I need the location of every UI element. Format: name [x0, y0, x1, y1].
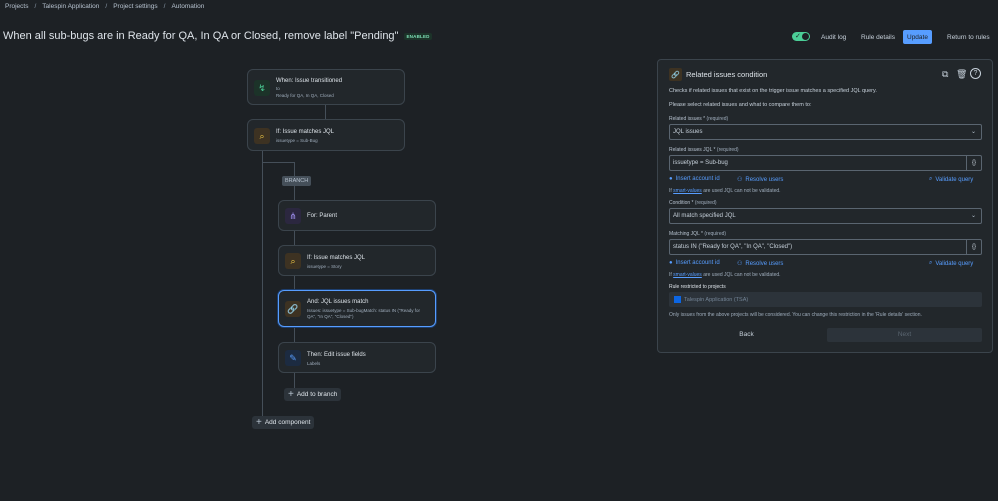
connector: [294, 373, 295, 388]
jql-issues-match-node[interactable]: 🔗 And: JQL issues match Issues: issuetyp…: [278, 290, 436, 327]
trigger-node[interactable]: ↯ When: Issue transitioned to Ready for …: [247, 69, 405, 105]
breadcrumb-project-settings[interactable]: Project settings: [113, 3, 157, 10]
related-jql-input[interactable]: issuetype = Sub-bug{}: [669, 155, 982, 171]
for-parent-node[interactable]: ⋔ For: Parent: [278, 200, 436, 231]
for-title: For: Parent: [307, 213, 338, 219]
insert-account-id-link[interactable]: ● Insert account id: [669, 260, 720, 266]
smart-values-note: If smart-values are used JQL can not be …: [669, 272, 781, 278]
condition-jql: issuetype = Sub-Bug: [276, 138, 318, 143]
validate-query-link[interactable]: ⌕ Validate query: [929, 260, 973, 267]
breadcrumb: Projects / Talespin Application / Project …: [5, 3, 205, 10]
condition-title: If: Issue matches JQL: [276, 129, 335, 135]
smart-values-link[interactable]: smart-values: [673, 272, 702, 278]
search-icon: ⌕: [929, 260, 933, 266]
page-title: When all sub-bugs are in Ready for QA, I…: [3, 30, 399, 42]
resolve-users-link[interactable]: ⚇ Resolve users: [737, 176, 783, 184]
braces-icon[interactable]: {}: [966, 240, 981, 254]
and-title: And: JQL issues match: [307, 299, 369, 305]
connector: [294, 327, 295, 342]
matching-jql-input[interactable]: status IN ("Ready for QA", "In QA", "Clo…: [669, 239, 982, 255]
update-button[interactable]: Update: [903, 30, 932, 44]
pencil-icon: ✎: [285, 350, 301, 366]
connector: [325, 105, 326, 119]
validate-query-link[interactable]: ⌕ Validate query: [929, 176, 973, 183]
condition-title: If: Issue matches JQL: [307, 255, 366, 261]
next-button[interactable]: Next: [827, 328, 982, 342]
breadcrumb-projects[interactable]: Projects: [5, 3, 28, 10]
search-icon: ⌕: [254, 128, 270, 144]
condition-node-story[interactable]: ⌕ If: Issue matches JQL issuetype = Stor…: [278, 245, 436, 276]
matching-jql-label: Matching JQL * (required): [669, 231, 727, 237]
restricted-project-field: Talespin Application (TSA): [669, 292, 982, 307]
search-icon: ⌕: [285, 253, 301, 269]
connector: [294, 276, 295, 290]
help-icon[interactable]: ?: [970, 68, 981, 79]
status-badge: ENABLED: [404, 32, 432, 40]
project-avatar: [674, 296, 681, 303]
action-fields: Labels: [307, 361, 321, 366]
condition-label: Condition * (required): [669, 200, 717, 206]
add-component-label: Add component: [264, 419, 311, 426]
plus-icon: +: [288, 389, 294, 400]
users-icon: ⚇: [737, 261, 743, 267]
return-to-rules-button[interactable]: Return to rules: [943, 30, 994, 44]
connector: [294, 231, 295, 245]
smart-values-note: If smart-values are used JQL can not be …: [669, 188, 781, 194]
insert-account-id-link[interactable]: ● Insert account id: [669, 176, 720, 182]
page-title-row: When all sub-bugs are in Ready for QA, I…: [3, 30, 432, 42]
copy-icon[interactable]: ⧉: [942, 69, 948, 80]
branch-icon: ⋔: [285, 208, 301, 224]
restricted-note: Only issues from the above projects will…: [669, 312, 922, 318]
chevron-down-icon: ⌄: [970, 213, 976, 219]
resolve-users-link[interactable]: ⚇ Resolve users: [737, 260, 783, 268]
condition-jql: issuetype = Story: [307, 264, 342, 269]
rule-details-button[interactable]: Rule details: [857, 30, 899, 44]
related-issues-label: Related issues * (required): [669, 116, 729, 122]
user-icon: ●: [669, 260, 673, 266]
related-jql-label: Related issues JQL * (required): [669, 147, 739, 153]
users-icon: ⚇: [737, 177, 743, 183]
condition-panel: 🔗 Related issues condition ⧉ 🗑 ? Checks …: [657, 59, 993, 353]
branch-label: BRANCH: [282, 176, 312, 186]
trigger-statuses: Ready for QA, In QA, Closed: [276, 93, 334, 98]
braces-icon[interactable]: {}: [966, 156, 981, 170]
breadcrumb-automation[interactable]: Automation: [171, 3, 204, 10]
search-icon: ⌕: [929, 176, 933, 182]
panel-instruction: Please select related issues and what to…: [669, 102, 812, 108]
connector: [262, 162, 294, 163]
add-to-branch-button[interactable]: + Add to branch: [284, 388, 342, 401]
restricted-projects-label: Rule restricted to projects: [669, 284, 726, 290]
panel-description: Checks if related issues that exist on t…: [669, 88, 877, 94]
audit-log-button[interactable]: Audit log: [817, 30, 850, 44]
action-node[interactable]: ✎ Then: Edit issue fields Labels: [278, 342, 436, 373]
chevron-down-icon: ⌄: [970, 129, 976, 135]
link-icon: 🔗: [285, 301, 301, 317]
enable-toggle[interactable]: ✓: [792, 32, 810, 41]
transition-icon: ↯: [254, 80, 270, 96]
trigger-to: to: [276, 86, 280, 91]
smart-values-link[interactable]: smart-values: [673, 188, 702, 194]
and-detail-2: QA", "In QA", "Closed"): [307, 314, 354, 319]
add-to-branch-label: Add to branch: [296, 391, 338, 398]
check-icon: ✓: [795, 33, 801, 40]
action-title: Then: Edit issue fields: [307, 352, 366, 358]
link-icon: 🔗: [669, 68, 682, 81]
connector: [262, 151, 263, 423]
back-button[interactable]: Back: [669, 328, 824, 342]
breadcrumb-talespin[interactable]: Talespin Application: [42, 3, 99, 10]
condition-select[interactable]: All match specified JQL ⌄: [669, 208, 982, 224]
trash-icon[interactable]: 🗑: [956, 69, 967, 80]
trigger-title: When: Issue transitioned: [276, 78, 343, 84]
related-issues-select[interactable]: JQL issues ⌄: [669, 124, 982, 140]
add-component-button[interactable]: + Add component: [252, 416, 315, 429]
plus-icon: +: [256, 417, 262, 428]
condition-node[interactable]: ⌕ If: Issue matches JQL issuetype = Sub-…: [247, 119, 405, 151]
user-icon: ●: [669, 176, 673, 182]
panel-title: Related issues condition: [686, 70, 768, 79]
